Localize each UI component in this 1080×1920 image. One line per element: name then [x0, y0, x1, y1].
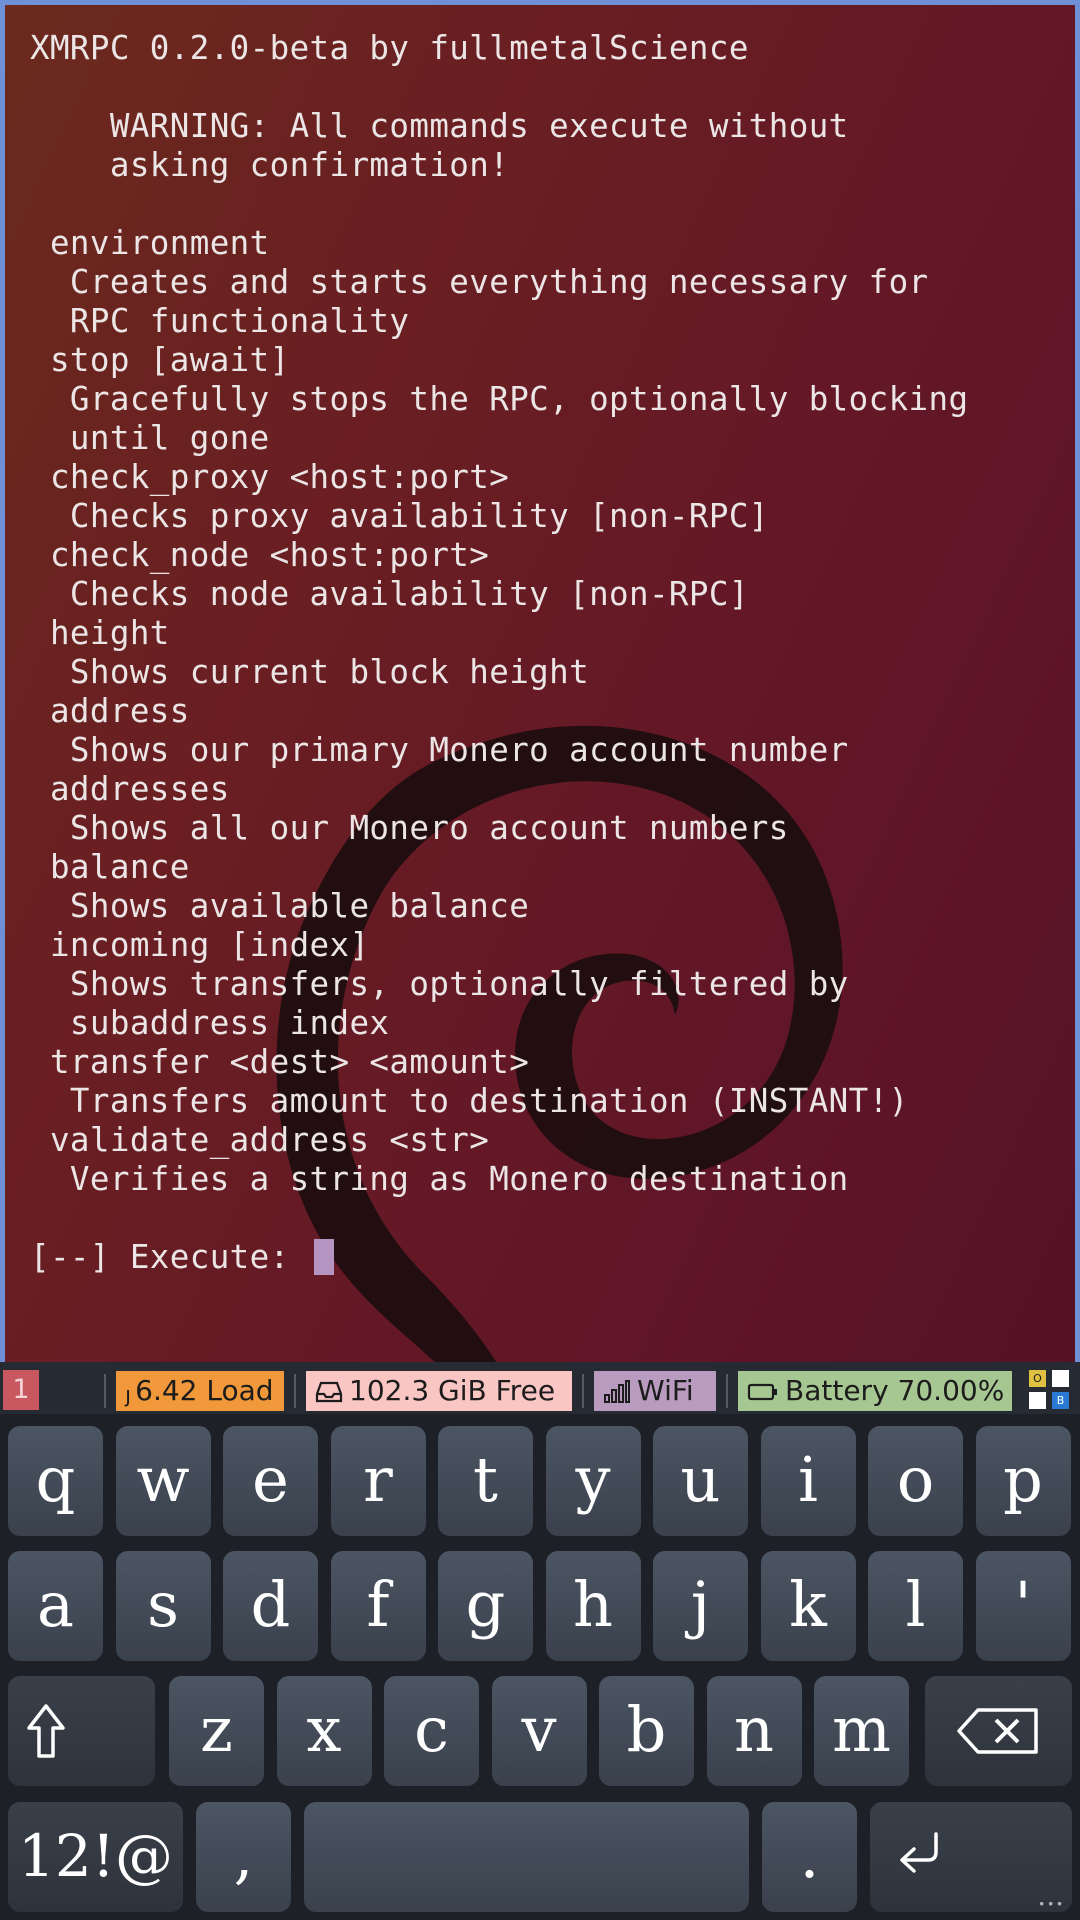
workspace-indicator[interactable]: 1 — [3, 1370, 39, 1410]
tray-icon-blank[interactable] — [1052, 1370, 1069, 1387]
key-f[interactable]: f — [330, 1551, 426, 1661]
terminal-line: Creates and starts everything necessary … — [30, 263, 929, 301]
battery-value: Battery 70.00% — [785, 1374, 1005, 1407]
status-divider — [104, 1374, 106, 1408]
terminal-line: until gone — [30, 419, 270, 457]
status-bar: 1 ȷ 6.42 Load 102.3 GiB Free WiFi Battery… — [0, 1362, 1080, 1414]
terminal-line: stop [await] — [30, 341, 290, 379]
terminal-line: address — [30, 692, 190, 730]
disk-value: 102.3 GiB Free — [349, 1374, 556, 1407]
load-widget: ȷ 6.42 Load — [116, 1371, 284, 1411]
terminal-line: asking confirmation! — [30, 146, 510, 184]
battery-widget: Battery 70.00% — [738, 1371, 1012, 1411]
key-apostrophe[interactable]: ' — [975, 1551, 1071, 1661]
shift-icon — [27, 1704, 65, 1758]
key-s[interactable]: s — [115, 1551, 211, 1661]
key-j[interactable]: j — [653, 1551, 748, 1661]
tray-icon-blank[interactable] — [1029, 1392, 1046, 1409]
terminal-line: Gracefully stops the RPC, optionally blo… — [30, 380, 969, 418]
terminal-line: incoming [index] — [30, 926, 370, 964]
backspace-key[interactable] — [925, 1676, 1072, 1786]
key-u[interactable]: u — [653, 1426, 748, 1536]
key-w[interactable]: w — [115, 1426, 211, 1536]
comma-key[interactable]: , — [196, 1802, 291, 1912]
enter-icon — [900, 1832, 938, 1873]
enter-key[interactable]: ... — [870, 1802, 1072, 1912]
status-divider — [582, 1374, 584, 1408]
terminal-output: XMRPC 0.2.0-beta by fullmetalScience WAR… — [30, 29, 1070, 1277]
terminal-line: addresses — [30, 770, 230, 808]
key-c[interactable]: c — [384, 1676, 479, 1786]
key-m[interactable]: m — [814, 1676, 909, 1786]
on-screen-keyboard: qwertyuiop a s d f g h j k l ' zxcvbnm 12!@ , . .… — [0, 1414, 1080, 1920]
terminal-line: transfer <dest> <amount> — [30, 1043, 530, 1081]
load-value: 6.42 Load — [135, 1374, 274, 1407]
key-b[interactable]: b — [599, 1676, 694, 1786]
tray-icon-b[interactable]: B — [1052, 1392, 1069, 1409]
terminal-window[interactable]: XMRPC 0.2.0-beta by fullmetalScience WAR… — [0, 0, 1080, 1362]
terminal-line: height — [30, 614, 170, 652]
battery-icon — [747, 1383, 777, 1401]
key-i[interactable]: i — [760, 1426, 856, 1536]
disk-icon — [315, 1381, 343, 1403]
terminal-line: subaddress index — [30, 1004, 390, 1042]
shift-key[interactable] — [8, 1676, 155, 1786]
text-cursor — [313, 1239, 334, 1275]
terminal-line: Shows all our Monero account numbers — [30, 809, 789, 847]
terminal-line: XMRPC 0.2.0-beta by fullmetalScience — [30, 29, 749, 67]
key-d[interactable]: d — [223, 1551, 318, 1661]
disk-widget: 102.3 GiB Free — [306, 1371, 572, 1411]
key-x[interactable]: x — [276, 1676, 372, 1786]
terminal-line: environment — [30, 224, 270, 262]
terminal-line: Shows available balance — [30, 887, 530, 925]
more-options-icon: ... — [1037, 1879, 1064, 1912]
terminal-line: Transfers amount to destination (INSTANT… — [30, 1082, 909, 1120]
terminal-line: Shows current block height — [30, 653, 590, 691]
symbols-key[interactable]: 12!@ — [8, 1802, 183, 1912]
load-icon: ȷ — [125, 1383, 132, 1408]
prompt-label: [--] Execute: — [30, 1238, 310, 1276]
terminal-line: RPC functionality — [30, 302, 410, 340]
key-l[interactable]: l — [868, 1551, 963, 1661]
key-g[interactable]: g — [438, 1551, 533, 1661]
period-key[interactable]: . — [762, 1802, 857, 1912]
key-h[interactable]: h — [545, 1551, 641, 1661]
terminal-line: Checks proxy availability [non-RPC] — [30, 497, 769, 535]
key-r[interactable]: r — [330, 1426, 426, 1536]
status-divider — [726, 1374, 728, 1408]
terminal-line: Shows transfers, optionally filtered by — [30, 965, 849, 1003]
key-v[interactable]: v — [491, 1676, 587, 1786]
key-o[interactable]: o — [868, 1426, 963, 1536]
backspace-icon — [957, 1708, 1038, 1754]
signal-bars-icon — [604, 1380, 630, 1403]
terminal-line: balance — [30, 848, 190, 886]
key-k[interactable]: k — [760, 1551, 856, 1661]
terminal-line: Shows our primary Monero account number — [30, 731, 849, 769]
command-prompt-line[interactable]: [--] Execute: — [30, 1238, 1070, 1277]
key-q[interactable]: q — [8, 1426, 103, 1536]
status-divider — [294, 1374, 296, 1408]
terminal-line: Verifies a string as Monero destination — [30, 1160, 849, 1198]
terminal-line: validate_address <str> — [30, 1121, 490, 1159]
key-z[interactable]: z — [169, 1676, 264, 1786]
key-y[interactable]: y — [545, 1426, 641, 1536]
wifi-widget: WiFi — [594, 1371, 716, 1411]
terminal-line: Checks node availability [non-RPC] — [30, 575, 749, 613]
space-key[interactable] — [304, 1802, 749, 1912]
wifi-label: WiFi — [637, 1374, 694, 1407]
key-n[interactable]: n — [706, 1676, 802, 1786]
key-t[interactable]: t — [438, 1426, 533, 1536]
terminal-line: check_node <host:port> — [30, 536, 490, 574]
tray-icon-o[interactable]: O — [1029, 1370, 1046, 1387]
terminal-line: WARNING: All commands execute without — [30, 107, 849, 145]
key-p[interactable]: p — [975, 1426, 1071, 1536]
key-e[interactable]: e — [223, 1426, 318, 1536]
key-a[interactable]: a — [8, 1551, 103, 1661]
terminal-line: check_proxy <host:port> — [30, 458, 510, 496]
